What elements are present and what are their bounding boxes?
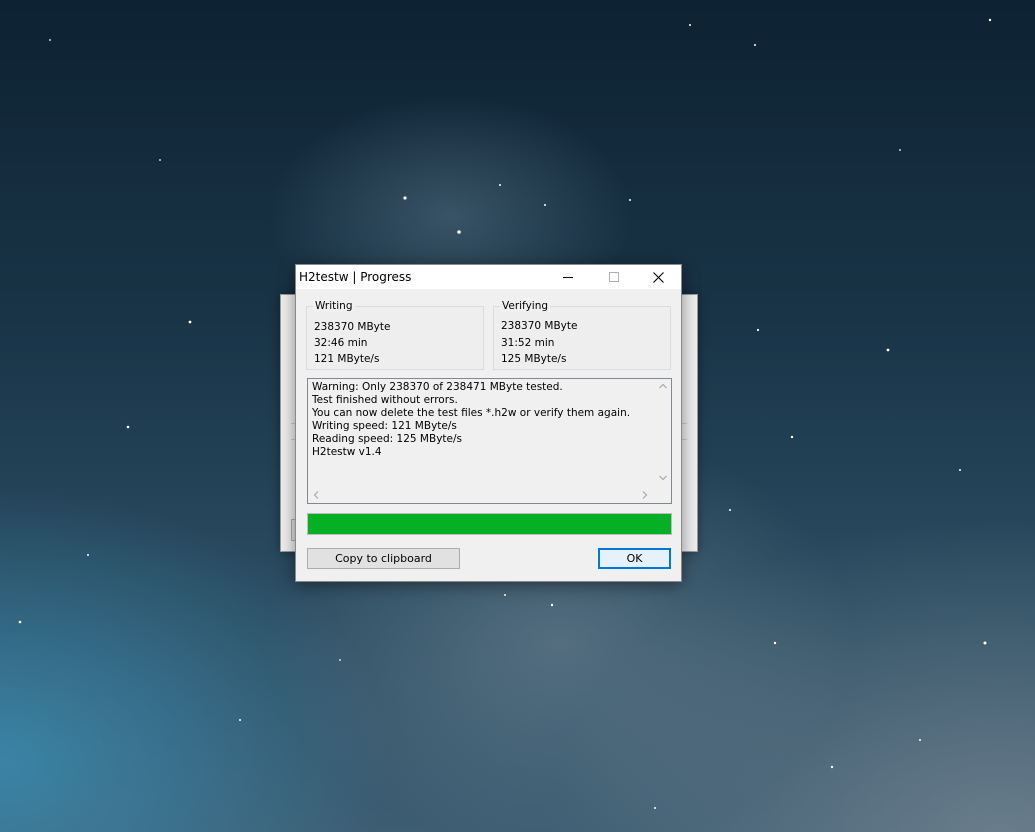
verifying-amount: 238370 MByte — [501, 320, 578, 332]
window-title: H2testw | Progress — [299, 270, 412, 284]
log-line: Warning: Only 238370 of 238471 MByte tes… — [312, 381, 563, 393]
progress-bar — [307, 513, 672, 535]
verifying-group: Verifying 238370 MByte 31:52 min 125 MBy… — [493, 300, 671, 370]
progress-fill — [308, 514, 671, 534]
progress-dialog: H2testw | Progress Writing 238370 MByte … — [295, 264, 682, 582]
scroll-up-icon[interactable] — [659, 383, 667, 389]
horizontal-scrollbar[interactable] — [308, 487, 655, 503]
vertical-scrollbar[interactable] — [655, 379, 671, 487]
writing-time: 32:46 min — [314, 337, 368, 349]
verifying-speed: 125 MByte/s — [501, 353, 567, 365]
writing-label: Writing — [313, 300, 355, 312]
close-icon — [652, 271, 664, 283]
log-lines: Warning: Only 238370 of 238471 MByte tes… — [312, 381, 630, 459]
scroll-right-icon[interactable] — [642, 491, 648, 499]
maximize-button[interactable] — [591, 265, 637, 289]
ok-button[interactable]: OK — [598, 548, 671, 569]
writing-amount: 238370 MByte — [314, 321, 391, 333]
log-line: Test finished without errors. — [312, 394, 458, 406]
log-textbox[interactable]: Warning: Only 238370 of 238471 MByte tes… — [307, 378, 672, 504]
log-line: Reading speed: 125 MByte/s — [312, 433, 462, 445]
verifying-label: Verifying — [500, 300, 551, 312]
minimize-button[interactable] — [545, 265, 591, 289]
log-line: H2testw v1.4 — [312, 446, 382, 458]
close-button[interactable] — [635, 265, 681, 289]
scroll-down-icon[interactable] — [659, 475, 667, 481]
writing-group: Writing 238370 MByte 32:46 min 121 MByte… — [306, 300, 484, 370]
maximize-icon — [609, 272, 619, 282]
scroll-left-icon[interactable] — [313, 491, 319, 499]
log-line: Writing speed: 121 MByte/s — [312, 420, 457, 432]
writing-speed: 121 MByte/s — [314, 353, 380, 365]
copy-to-clipboard-button[interactable]: Copy to clipboard — [307, 548, 460, 569]
verifying-time: 31:52 min — [501, 337, 555, 349]
log-line: You can now delete the test files *.h2w … — [312, 407, 631, 419]
minimize-icon — [563, 277, 573, 278]
title-bar[interactable]: H2testw | Progress — [296, 265, 681, 289]
